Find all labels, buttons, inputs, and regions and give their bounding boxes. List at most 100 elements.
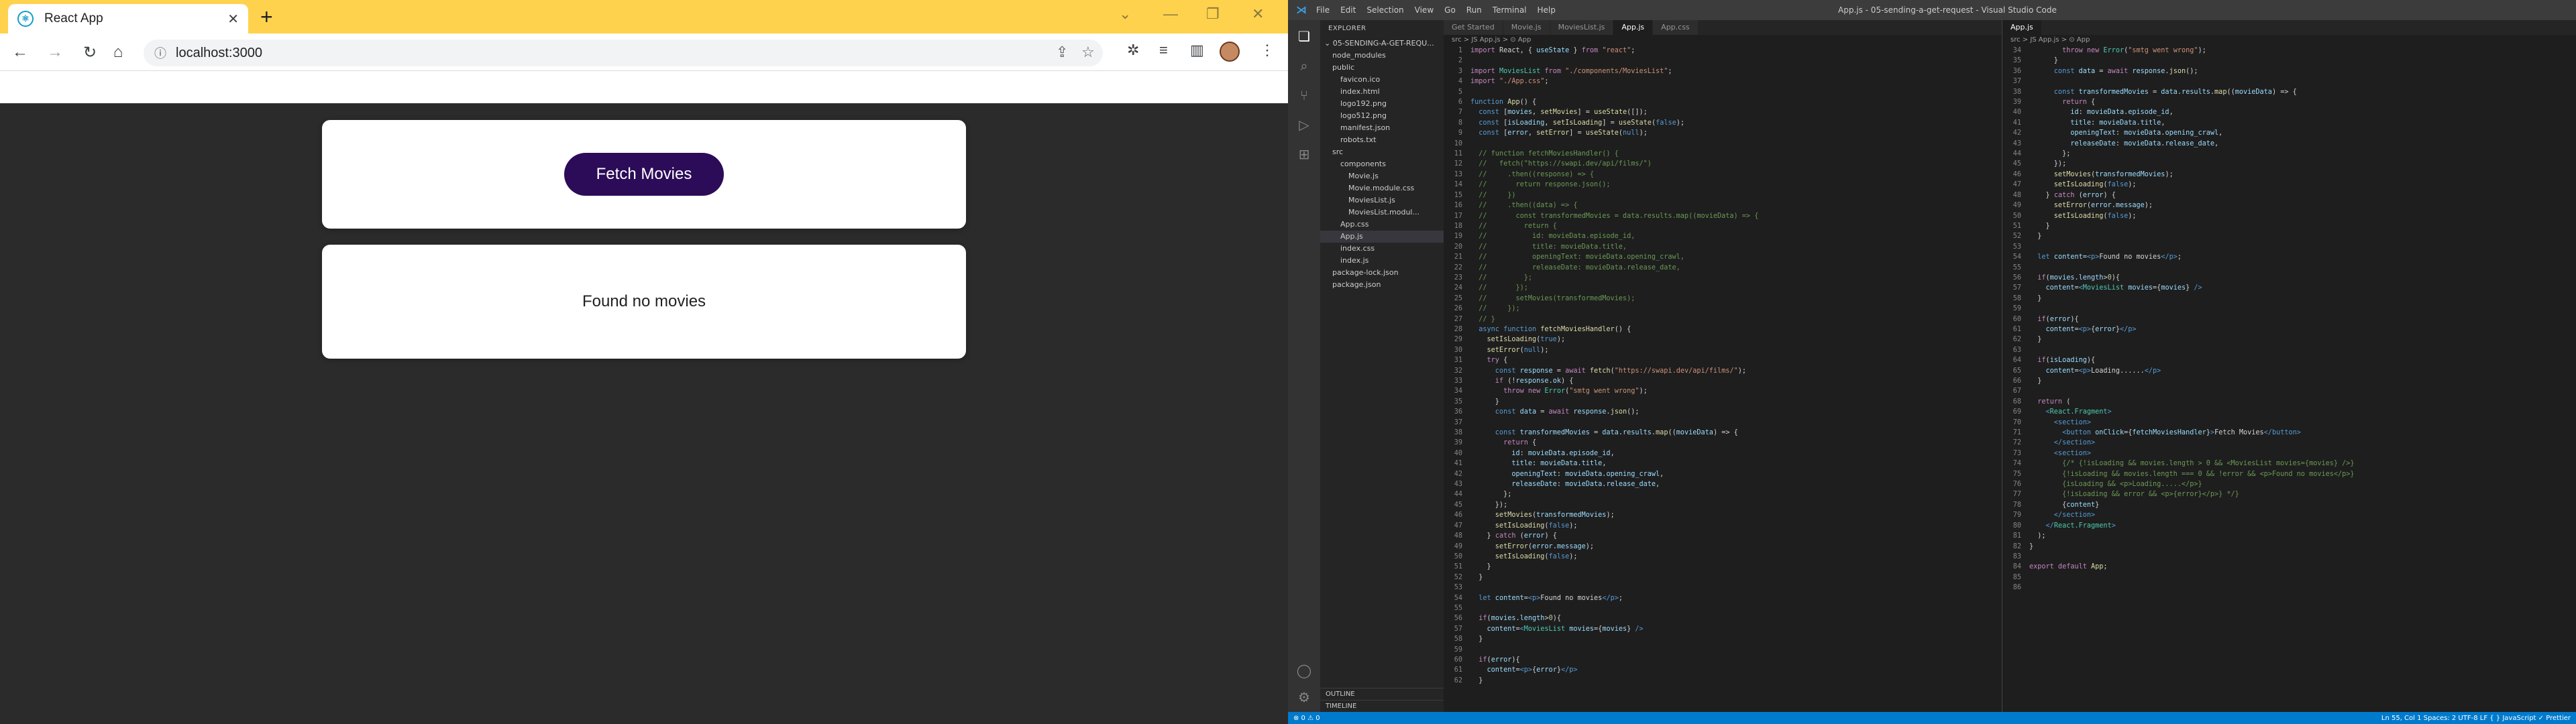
line-number: 8 — [1458, 119, 1462, 127]
editor-group-right: App.js src > JS App.js > ⊙ App 34 throw … — [2002, 20, 2576, 712]
editor-tab[interactable]: Movie.js — [1503, 20, 1550, 35]
menu-item-edit[interactable]: Edit — [1340, 5, 1356, 15]
browser-window: ⚛ React App ✕ + ⌄ — ❐ ✕ ← → ↻ ⌂ ⓘ localh… — [0, 0, 1288, 724]
media-controls-icon[interactable]: ≡ — [1159, 42, 1168, 59]
editor-tab[interactable]: App.js — [2002, 20, 2042, 35]
outline-section[interactable]: OUTLINE — [1320, 688, 1444, 700]
file-tree-item[interactable]: logo512.png — [1320, 110, 1444, 122]
file-tree-item[interactable]: Movie.module.css — [1320, 182, 1444, 194]
code-line: 24 // }); — [1444, 283, 2002, 293]
file-tree-item[interactable]: node_modules — [1320, 50, 1444, 62]
side-panel-icon[interactable]: ▥ — [1190, 42, 1204, 59]
line-number: 57 — [1454, 625, 1462, 633]
new-tab-button[interactable]: + — [260, 6, 273, 27]
line-number: 47 — [1454, 522, 1462, 530]
editor-tab[interactable]: App.css — [1653, 20, 1699, 35]
explorer-icon[interactable]: ❏ — [1296, 28, 1312, 44]
file-tree-item[interactable]: Movie.js — [1320, 170, 1444, 182]
editor-tab[interactable]: Get Started — [1444, 20, 1503, 35]
line-number: 51 — [2012, 222, 2021, 230]
file-tree-item[interactable]: MoviesList.modul... — [1320, 206, 1444, 219]
minimize-icon[interactable]: — — [1163, 5, 1178, 23]
tab-close-icon[interactable]: ✕ — [227, 11, 239, 27]
reload-icon[interactable]: ↻ — [79, 42, 101, 63]
problems-indicator[interactable]: ⊗ 0 ⚠ 0 — [1293, 715, 1320, 722]
line-number: 5 — [1458, 88, 1462, 96]
menu-kebab-icon[interactable]: ⋮ — [1260, 42, 1275, 59]
extensions-icon[interactable]: ✲ — [1127, 42, 1139, 59]
timeline-section[interactable]: TIMELINE — [1320, 700, 1444, 712]
forward-icon[interactable]: → — [44, 42, 66, 63]
menu-item-help[interactable]: Help — [1538, 5, 1556, 15]
file-tree-item[interactable]: package.json — [1320, 279, 1444, 291]
file-tree-item[interactable]: src — [1320, 146, 1444, 158]
line-number: 68 — [2012, 398, 2021, 406]
line-number: 2 — [1458, 57, 1462, 65]
close-window-icon[interactable]: ✕ — [1252, 5, 1264, 23]
source-control-icon[interactable]: ⑂ — [1296, 87, 1312, 103]
file-tree-item[interactable]: manifest.json — [1320, 122, 1444, 134]
tab-search-icon[interactable]: ⌄ — [1119, 5, 1131, 23]
code-line: 84 export default App; — [2002, 562, 2576, 572]
code-view-right[interactable]: 34 throw new Error("smtg went wrong"); 35… — [2002, 46, 2576, 712]
address-bar[interactable]: ⓘ localhost:3000 ⇪ ☆ — [144, 40, 1103, 66]
line-number: 61 — [2012, 325, 2021, 333]
line-number: 62 — [2012, 336, 2021, 344]
editor-tab[interactable]: MoviesList.js — [1550, 20, 1614, 35]
extensions-view-icon[interactable]: ⊞ — [1296, 146, 1312, 162]
line-number: 24 — [1454, 284, 1462, 292]
file-tree-item[interactable]: robots.txt — [1320, 134, 1444, 146]
explorer-sidebar: EXPLORER ⌄ 05-SENDING-A-GET-REQU... node… — [1320, 20, 1444, 712]
file-tree-item[interactable]: favicon.ico — [1320, 74, 1444, 86]
restore-icon[interactable]: ❐ — [1206, 5, 1220, 23]
account-icon[interactable]: ◯ — [1296, 662, 1312, 678]
file-tree-item[interactable]: index.js — [1320, 255, 1444, 267]
menu-item-terminal[interactable]: Terminal — [1493, 5, 1527, 15]
file-tree-item[interactable]: MoviesList.js — [1320, 194, 1444, 206]
code-line: 48 } catch (error) { — [2002, 190, 2576, 200]
site-info-icon[interactable]: ⓘ — [154, 44, 166, 62]
file-tree-item[interactable]: public — [1320, 62, 1444, 74]
code-view-left[interactable]: 1 import React, { useState } from "react"… — [1444, 46, 2002, 712]
file-tree-item[interactable]: index.css — [1320, 243, 1444, 255]
line-number: 39 — [1454, 439, 1462, 447]
status-details[interactable]: Ln 55, Col 1 Spaces: 2 UTF-8 LF { } Java… — [2381, 715, 2571, 722]
file-tree-item[interactable]: App.css — [1320, 219, 1444, 231]
search-icon[interactable]: ⌕ — [1296, 58, 1312, 74]
home-icon[interactable]: ⌂ — [107, 42, 129, 63]
code-line: 51 } — [2002, 221, 2576, 231]
project-name[interactable]: ⌄ 05-SENDING-A-GET-REQU... — [1324, 38, 1444, 50]
file-tree-item[interactable]: components — [1320, 158, 1444, 170]
bookmark-star-icon[interactable]: ☆ — [1081, 44, 1095, 61]
code-line: 69 < React.Fragment > — [2002, 407, 2576, 417]
file-tree-item[interactable]: logo192.png — [1320, 98, 1444, 110]
file-tree-item[interactable]: App.js — [1320, 231, 1444, 243]
settings-gear-icon[interactable]: ⚙ — [1296, 689, 1312, 705]
back-icon[interactable]: ← — [9, 42, 31, 63]
code-line: 58 } — [2002, 294, 2576, 304]
run-debug-icon[interactable]: ▷ — [1296, 117, 1312, 133]
file-tree-item[interactable]: index.html — [1320, 86, 1444, 98]
line-number: 26 — [1454, 305, 1462, 313]
project-root[interactable]: ⌄ 05-SENDING-A-GET-REQU... — [1320, 38, 1444, 50]
line-number: 35 — [1454, 398, 1462, 406]
code-line: 41 title: movieData. title, — [2002, 118, 2576, 128]
share-icon[interactable]: ⇪ — [1056, 44, 1068, 61]
fetch-movies-button[interactable]: Fetch Movies — [564, 153, 724, 196]
code-line: 57 content = < MoviesList movies ={movies} /… — [1444, 624, 2002, 634]
line-number: 43 — [2012, 139, 2021, 147]
menu-item-view[interactable]: View — [1415, 5, 1434, 15]
file-tree-item[interactable]: package-lock.json — [1320, 267, 1444, 279]
menu-item-run[interactable]: Run — [1466, 5, 1482, 15]
profile-avatar[interactable] — [1220, 42, 1240, 62]
line-number: 48 — [1454, 532, 1462, 540]
menu-item-selection[interactable]: Selection — [1366, 5, 1403, 15]
menu-item-file[interactable]: File — [1316, 5, 1330, 15]
line-number: 10 — [1454, 139, 1462, 147]
browser-tab[interactable]: ⚛ React App ✕ — [8, 4, 248, 34]
tab-strip: ⚛ React App ✕ + ⌄ — ❐ ✕ — [0, 0, 1288, 34]
editor-tab[interactable]: App.js — [1613, 20, 1654, 35]
menu-item-go[interactable]: Go — [1444, 5, 1456, 15]
line-number: 85 — [2012, 573, 2021, 581]
code-line: 65 content = <p> Loading...... </p> — [2002, 366, 2576, 376]
